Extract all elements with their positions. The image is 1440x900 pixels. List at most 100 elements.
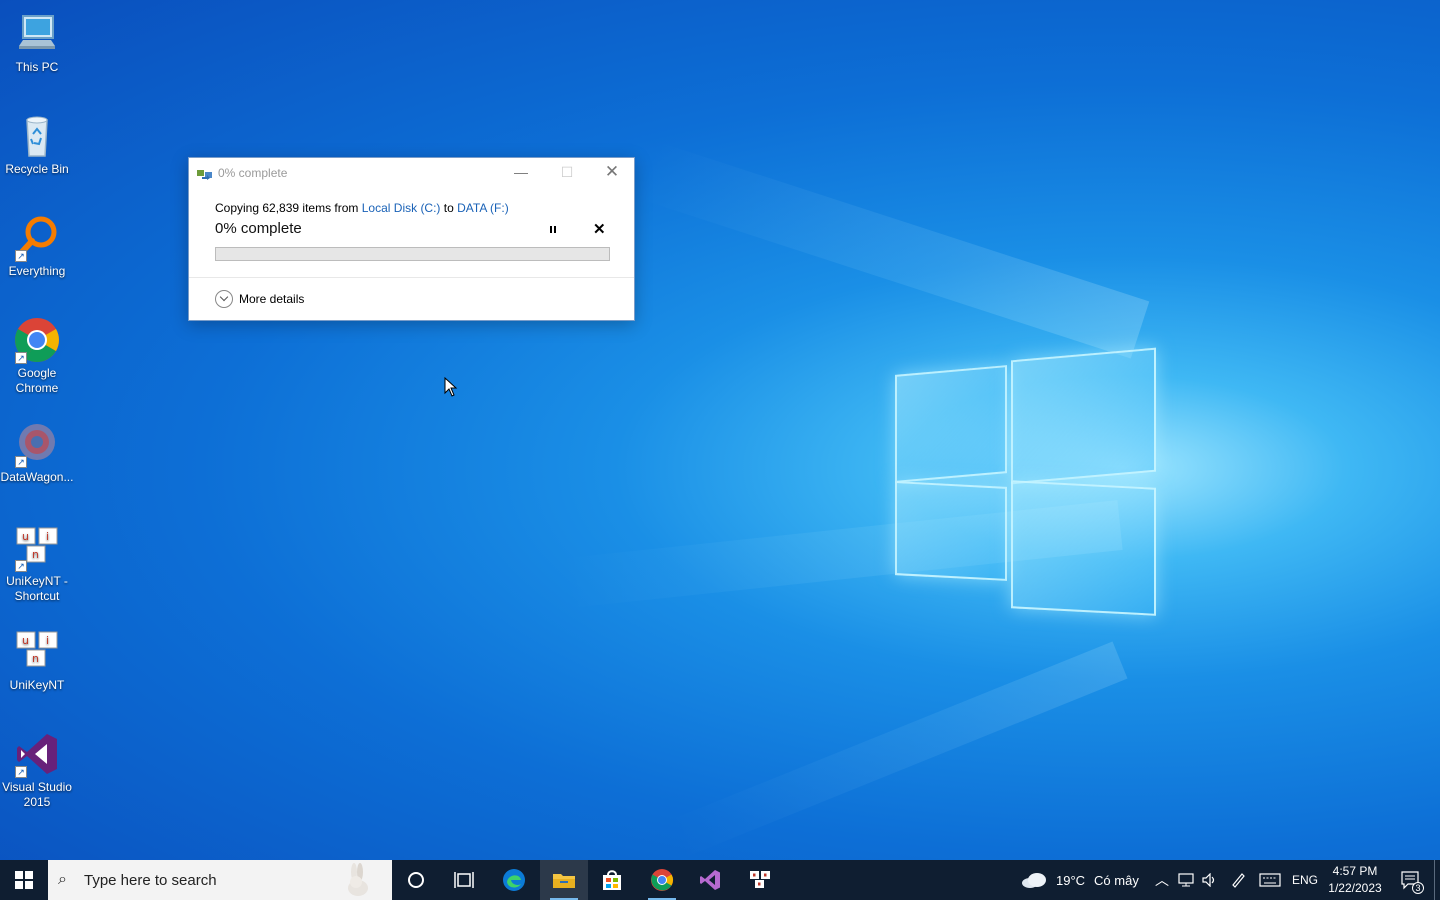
more-details-label: More details <box>239 292 305 306</box>
keyboard-icon <box>1259 873 1281 887</box>
pen-icon <box>1232 873 1245 888</box>
cloud-icon <box>1022 873 1046 888</box>
start-button[interactable] <box>0 860 48 900</box>
show-hidden-icons-button[interactable]: ︿ <box>1150 860 1174 900</box>
search-highlight-rabbit-icon <box>348 863 368 896</box>
taskbar-store[interactable] <box>588 860 636 900</box>
taskbar: ⌕ Type here to search 19°C Có mây ︿ ENG … <box>0 860 1440 900</box>
dialog-titlebar[interactable]: 0% complete — ☐ ✕ <box>189 158 634 188</box>
action-center-button[interactable]: 3 <box>1394 860 1426 900</box>
volume-button[interactable] <box>1199 860 1221 900</box>
chrome-icon: ↗ <box>13 316 61 364</box>
network-button[interactable] <box>1175 860 1197 900</box>
computer-icon <box>13 10 61 58</box>
divider <box>189 277 634 278</box>
notification-count-badge: 3 <box>1412 882 1424 894</box>
clock-time: 4:57 PM <box>1332 864 1378 878</box>
svg-text:u: u <box>22 634 29 647</box>
copy-icon <box>197 167 213 180</box>
shortcut-arrow-icon: ↗ <box>15 766 27 778</box>
maximize-button: ☐ <box>544 158 590 188</box>
desktop-icon-unikeynt-shortcut[interactable]: u i n ↗ UniKeyNT - Shortcut <box>0 524 74 604</box>
desktop-icon-recycle-bin[interactable]: Recycle Bin <box>0 112 74 177</box>
desktop-icon-google-chrome[interactable]: ↗ Google Chrome <box>0 316 74 396</box>
speaker-icon <box>1202 873 1215 887</box>
pen-workspace-button[interactable] <box>1226 860 1250 900</box>
desktop-icon-label: Google Chrome <box>15 366 59 395</box>
stop-icon: ✕ <box>593 221 606 238</box>
language-indicator: ENG <box>1291 873 1318 887</box>
desktop-icon-everything[interactable]: ↗ Everything <box>0 214 74 279</box>
desktop-icon-label: Visual Studio 2015 <box>2 780 72 809</box>
minimize-button[interactable]: — <box>498 158 544 188</box>
desktop-icon-label: DataWagon... <box>0 470 74 484</box>
clock-date: 1/22/2023 <box>1328 881 1382 895</box>
show-desktop-button[interactable] <box>1434 860 1440 900</box>
desktop-icon-label: UniKeyNT - Shortcut <box>6 574 68 603</box>
weather-condition: Có mây <box>1094 872 1139 888</box>
recycle-bin-icon <box>13 112 61 160</box>
input-language-button[interactable]: ENG <box>1290 860 1320 900</box>
desktop-icon-datawagon[interactable]: ↗ DataWagon... <box>0 420 74 485</box>
task-view-icon <box>454 872 474 888</box>
taskbar-edge[interactable] <box>490 860 538 900</box>
chevron-down-icon <box>215 290 233 308</box>
file-copy-dialog: 0% complete — ☐ ✕ Copying 62,839 items f… <box>188 157 635 321</box>
cancel-copy-button[interactable]: ✕ <box>593 220 606 238</box>
cortana-icon <box>408 872 424 888</box>
weather-widget[interactable]: 19°C Có mây <box>1020 860 1146 900</box>
taskbar-unikey[interactable] <box>736 860 784 900</box>
more-details-toggle[interactable]: More details <box>215 290 304 308</box>
destination-link[interactable]: DATA (F:) <box>457 201 509 215</box>
datawagon-icon: ↗ <box>13 420 61 468</box>
edge-icon <box>503 869 525 891</box>
shortcut-arrow-icon: ↗ <box>15 560 27 572</box>
file-explorer-icon <box>553 874 575 888</box>
windows-logo-wallpaper <box>893 347 1158 616</box>
store-icon <box>603 870 621 890</box>
taskbar-visual-studio[interactable] <box>686 860 734 900</box>
copy-progress-bar <box>215 247 610 261</box>
svg-text:i: i <box>46 530 49 543</box>
search-icon: ⌕ <box>58 871 67 888</box>
touch-keyboard-button[interactable] <box>1256 860 1284 900</box>
unikey-icon <box>750 871 770 888</box>
maximize-icon: ☐ <box>560 164 574 180</box>
desktop-icon-this-pc[interactable]: This PC <box>0 10 74 75</box>
svg-text:i: i <box>46 634 49 647</box>
taskbar-file-explorer[interactable] <box>540 860 588 900</box>
chevron-up-icon: ︿ <box>1155 872 1169 888</box>
desktop-icon-visual-studio[interactable]: ↗ Visual Studio 2015 <box>0 730 74 810</box>
copy-prefix: Copying 62,839 items from <box>215 201 359 215</box>
close-icon: ✕ <box>604 162 620 181</box>
chrome-icon <box>651 869 673 891</box>
system-clock[interactable]: 4:57 PM 1/22/2023 <box>1320 863 1390 897</box>
dialog-title: 0% complete <box>218 166 288 180</box>
desktop-icon-unikeynt[interactable]: u i n UniKeyNT <box>0 628 74 693</box>
svg-text:u: u <box>22 530 29 543</box>
copy-description: Copying 62,839 items from Local Disk (C:… <box>215 201 509 215</box>
visual-studio-icon: ↗ <box>13 730 61 778</box>
weather-temperature: 19°C <box>1056 872 1086 888</box>
percent-complete-label: 0% complete <box>215 220 302 237</box>
task-view-button[interactable] <box>440 860 488 900</box>
desktop-icon-label: UniKeyNT <box>9 678 65 692</box>
close-button[interactable]: ✕ <box>589 158 635 188</box>
shortcut-arrow-icon: ↗ <box>15 352 27 364</box>
copy-mid: to <box>443 201 454 215</box>
mouse-cursor-icon <box>444 377 458 397</box>
shortcut-arrow-icon: ↗ <box>15 456 27 468</box>
svg-text:n: n <box>32 548 39 561</box>
taskbar-search-box[interactable]: ⌕ Type here to search <box>48 860 392 900</box>
visual-studio-icon <box>700 870 720 890</box>
pause-button[interactable] <box>546 223 560 237</box>
search-placeholder: Type here to search <box>84 871 217 889</box>
windows-start-icon <box>15 871 33 889</box>
shortcut-arrow-icon: ↗ <box>15 250 27 262</box>
desktop-icon-label: Recycle Bin <box>5 162 69 176</box>
source-link[interactable]: Local Disk (C:) <box>362 201 441 215</box>
cortana-button[interactable] <box>392 860 440 900</box>
desktop-icon-label: Everything <box>8 264 66 278</box>
taskbar-chrome[interactable] <box>638 860 686 900</box>
desktop-icon-label: This PC <box>15 60 59 74</box>
